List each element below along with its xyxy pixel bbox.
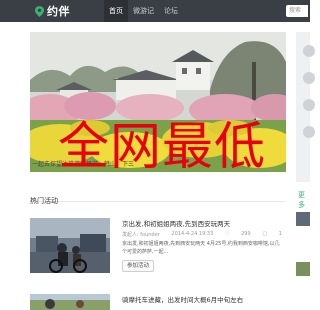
activity-title[interactable]: 骑摩托车进藏，出发时间大概6月中旬左右 bbox=[122, 294, 243, 304]
nav-home[interactable]: 首页 bbox=[104, 0, 128, 22]
nav-forum[interactable]: 论坛 bbox=[159, 0, 183, 22]
site-logo[interactable]: 约伴 bbox=[35, 3, 70, 19]
activity-description: 京出发,和初姐姐两夜,先到西安玩两天 4月25号,约我到西安咖啡馆,以几个可爱的… bbox=[122, 241, 280, 255]
comment-icon: ▢ bbox=[262, 231, 268, 237]
more-link[interactable]: 更多 bbox=[298, 190, 310, 210]
sidebar-avatar-icon[interactable] bbox=[303, 99, 315, 111]
activity-date: 2014-4-24 19:33 bbox=[171, 231, 214, 237]
watermark-text: 全网最低 bbox=[58, 118, 267, 177]
activity-photo bbox=[30, 294, 110, 310]
side-thumbnail[interactable] bbox=[296, 212, 310, 226]
activity-photo bbox=[30, 218, 110, 273]
logo-text: 约伴 bbox=[47, 5, 70, 18]
activity-meta: 发起人: founder 2014-4-24 19:33 ♡ 299 ▢ 1 bbox=[122, 231, 282, 238]
activity-comments: 1 bbox=[278, 231, 282, 237]
hot-activities-header: 热门活动 bbox=[30, 188, 286, 205]
location-pin-icon bbox=[35, 5, 44, 17]
nav-micro-travelogue[interactable]: 微游记 bbox=[128, 0, 159, 22]
side-thumbnail[interactable] bbox=[296, 262, 310, 276]
main-nav: 首页 微游记 论坛 bbox=[104, 0, 183, 22]
sidebar-avatar-icon[interactable] bbox=[303, 72, 315, 84]
section-title: 热门活动 bbox=[30, 197, 58, 205]
activity-likes: 299 bbox=[241, 231, 251, 237]
activity-item: 京出发,和初姐姐两夜,先到西安玩两天 发起人: founder 2014-4-2… bbox=[30, 218, 286, 278]
top-navbar: 约伴 首页 微游记 论坛 搜索 bbox=[0, 0, 310, 22]
join-activity-button[interactable]: 参加活动 bbox=[122, 260, 154, 272]
activity-thumbnail[interactable] bbox=[30, 294, 110, 310]
like-icon: ♡ bbox=[224, 231, 230, 237]
activity-thumbnail[interactable] bbox=[30, 218, 110, 273]
activity-title[interactable]: 京出发,和初姐姐两夜,先到西安玩两天 bbox=[122, 218, 230, 228]
sidebar-avatar-icon[interactable] bbox=[303, 45, 315, 57]
sidebar-avatar-icon[interactable] bbox=[303, 126, 315, 138]
search-input[interactable]: 搜索 bbox=[286, 5, 308, 17]
activity-author: 发起人: founder bbox=[122, 232, 160, 238]
activity-item: 骑摩托车进藏，出发时间大概6月中旬左右 bbox=[30, 294, 286, 310]
